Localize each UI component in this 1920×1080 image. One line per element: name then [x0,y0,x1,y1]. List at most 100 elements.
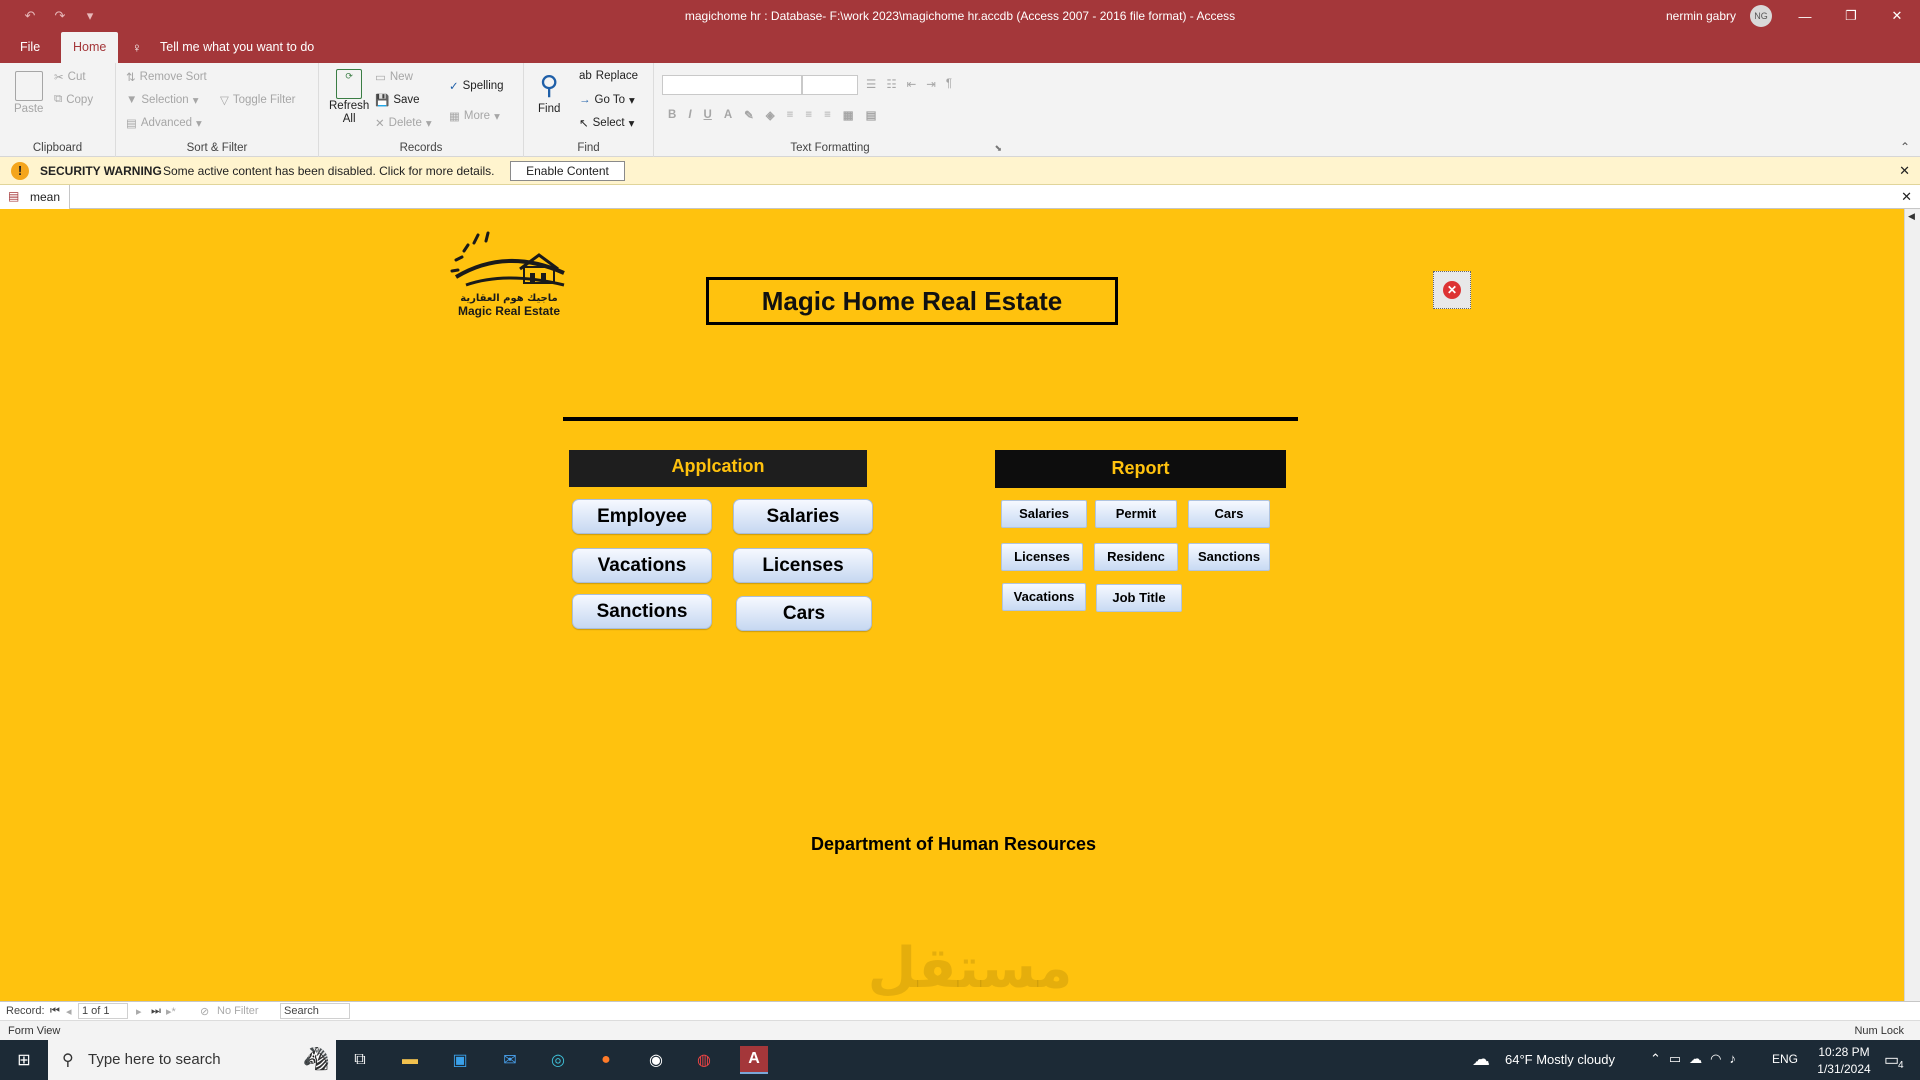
dialog-launcher-icon[interactable]: ⬊ [994,143,1002,154]
highlight-icon[interactable]: ✎ [744,108,754,122]
minimize-button[interactable]: — [1782,0,1828,32]
refresh-all-button[interactable]: ⟳ Refresh All [329,69,369,125]
salaries-button[interactable]: Salaries [733,499,873,534]
alternate-row-color-icon[interactable]: ▤ [866,108,877,122]
mail-icon[interactable]: ✉ [496,1046,524,1074]
underline-icon[interactable]: U [704,109,712,121]
font-size-select[interactable] [802,75,858,95]
report-licenses-button[interactable]: Licenses [1001,543,1083,571]
align-left-icon[interactable]: ≡ [787,109,794,121]
new-record-nav-icon[interactable]: ▸* [166,1005,176,1018]
report-sanctions-button[interactable]: Sanctions [1188,543,1270,571]
licenses-button[interactable]: Licenses [733,548,873,583]
taskbar-search[interactable]: ⚲ Type here to search 🦓 [48,1040,336,1080]
bullets-icon[interactable]: ☰ [866,77,876,91]
user-name[interactable]: nermin gabry [1666,9,1736,23]
report-vacations-button[interactable]: Vacations [1002,583,1086,611]
select-button[interactable]: ↖ Select ▾ [579,116,634,130]
notifications-icon[interactable]: ▭ [1884,1050,1899,1070]
report-cars-button[interactable]: Cars [1188,500,1270,528]
align-right-icon[interactable]: ≡ [824,109,831,121]
vacations-button[interactable]: Vacations [572,548,712,583]
cut-button[interactable]: ✂ Cut [54,70,86,84]
arrow-right-icon: → [579,94,591,106]
tab-home[interactable]: Home [61,32,119,63]
font-color-icon[interactable]: A [724,109,732,121]
toggle-filter-button[interactable]: ▽ Toggle Filter [220,93,296,107]
group-find: ⚲ Find ab Replace → Go To ▾ ↖ Select ▾ Find [524,63,654,157]
save-icon: 💾 [375,95,390,107]
find-button[interactable]: ⚲ Find [538,71,560,115]
clock-time[interactable]: 10:28 PM [1808,1045,1880,1059]
numbering-icon[interactable]: ☷ [886,77,896,91]
security-message[interactable]: Some active content has been disabled. C… [163,164,495,178]
close-window-button[interactable]: ✕ [1874,0,1920,32]
report-residenc-button[interactable]: Residenc [1094,543,1178,571]
group-clipboard: Paste ✂ Cut ⧉ Copy Clipboard [0,63,116,157]
store-icon[interactable]: ▣ [446,1046,474,1074]
avatar[interactable]: NG [1750,5,1772,27]
enable-content-button[interactable]: Enable Content [510,161,625,181]
record-position-field[interactable]: 1 of 1 [78,1003,128,1019]
bold-icon[interactable]: B [668,109,676,121]
gridlines-icon[interactable]: ▦ [843,108,854,122]
scroll-left-icon[interactable]: ◀ [1908,211,1915,222]
language-indicator[interactable]: ENG [1772,1052,1798,1066]
edge-icon[interactable]: ◎ [544,1046,572,1074]
last-record-icon[interactable]: ⏭ [151,1005,161,1018]
cars-button[interactable]: Cars [736,596,872,631]
spelling-button[interactable]: ✓ Spelling [449,79,504,93]
restore-button[interactable]: ❐ [1828,0,1874,32]
task-view-icon[interactable]: ⧉ [346,1046,374,1074]
replace-button[interactable]: ab Replace [579,70,638,82]
new-record-button[interactable]: ▭ New [375,70,413,84]
align-center-icon[interactable]: ≡ [805,109,812,121]
clock-date[interactable]: 1/31/2024 [1808,1062,1880,1076]
italic-icon[interactable]: I [688,109,691,121]
security-warning-bar[interactable]: ! SECURITY WARNING Some active content h… [0,157,1920,185]
increase-indent-icon[interactable]: ⇥ [926,77,936,91]
vertical-scrollbar[interactable]: ◀ [1904,209,1920,1001]
employee-button[interactable]: Employee [572,499,712,534]
selection-button[interactable]: ▼ Selection ▾ [126,93,198,107]
access-app-icon[interactable]: A [740,1046,768,1074]
paste-button[interactable]: Paste [14,71,43,115]
warning-icon: ! [11,162,29,180]
tab-file[interactable]: File [8,32,52,63]
save-button[interactable]: 💾 Save [375,93,420,107]
font-name-select[interactable] [662,75,802,95]
advanced-button[interactable]: ▤ Advanced ▾ [126,116,202,130]
system-tray-icons[interactable]: ⌃▭☁◠♪ [1650,1051,1744,1067]
whatsapp-icon[interactable]: ◉ [642,1046,670,1074]
remove-sort-button[interactable]: ⇅ Remove Sort [126,70,207,84]
no-filter-label[interactable]: No Filter [217,1005,259,1017]
first-record-icon[interactable]: ⏮ [50,1005,60,1018]
fill-color-icon[interactable]: ◈ [766,108,775,122]
windows-start-icon[interactable]: ⊞ [10,1046,38,1074]
chrome-icon[interactable]: ◍ [690,1046,718,1074]
more-button[interactable]: ▦ More ▾ [449,109,500,123]
goto-button[interactable]: → Go To ▾ [579,93,635,107]
report-salaries-button[interactable]: Salaries [1001,500,1087,528]
collapse-ribbon-icon[interactable]: ⌃ [1900,140,1910,154]
weather-text[interactable]: 64°F Mostly cloudy [1505,1052,1615,1067]
close-icon[interactable]: ✕ [1899,163,1910,179]
delete-button[interactable]: ✕ Delete ▾ [375,116,432,130]
report-permit-button[interactable]: Permit [1095,500,1177,528]
copy-button[interactable]: ⧉ Copy [54,93,93,106]
chevron-down-icon: ▾ [494,111,500,123]
file-explorer-icon[interactable]: ▬ [396,1046,424,1074]
firefox-icon[interactable]: ● [592,1046,620,1074]
spelling-check-icon: ✓ [449,81,459,93]
prev-record-icon[interactable]: ◂ [66,1005,72,1018]
sanctions-button[interactable]: Sanctions [572,594,712,629]
search-input[interactable]: Search [280,1003,350,1019]
report-job-title-button[interactable]: Job Title [1096,584,1182,612]
paragraph-direction-icon[interactable]: ¶ [946,78,952,90]
close-document-icon[interactable]: ✕ [1901,189,1912,205]
decrease-indent-icon[interactable]: ⇤ [907,77,917,91]
tab-mean[interactable]: ▤ mean [0,185,70,209]
close-form-button[interactable]: ✕ [1433,271,1471,309]
next-record-icon[interactable]: ▸ [136,1005,142,1018]
tell-me-search[interactable]: Tell me what you want to do [160,32,314,63]
